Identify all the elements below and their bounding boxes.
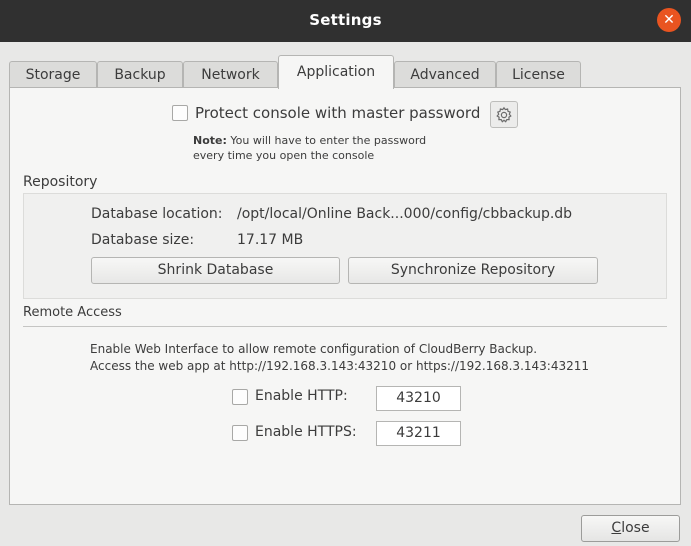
remote-access-info: Enable Web Interface to allow remote con… — [90, 341, 589, 375]
note-bold-label: Note: — [193, 134, 227, 147]
protect-console-label: Protect console with master password — [195, 104, 481, 122]
close-button-label: lose — [621, 520, 650, 536]
remote-info-line-1: Enable Web Interface to allow remote con… — [90, 342, 538, 356]
note-line-1: You will have to enter the password — [226, 134, 427, 147]
db-location-label: Database location: — [91, 206, 223, 222]
enable-https-checkbox[interactable] — [232, 425, 248, 441]
tab-storage[interactable]: Storage — [9, 61, 97, 88]
https-port-field[interactable]: 43211 — [376, 421, 461, 446]
db-size-label: Database size: — [91, 232, 195, 248]
enable-http-checkbox[interactable] — [232, 389, 248, 405]
master-password-settings-button[interactable] — [490, 101, 518, 128]
title-bar: Settings ✕ — [0, 0, 691, 42]
close-mnemonic: C — [611, 520, 622, 536]
window-close-icon[interactable]: ✕ — [657, 8, 681, 32]
db-location-value: /opt/local/Online Back...000/config/cbba… — [237, 206, 573, 222]
tab-backup[interactable]: Backup — [97, 61, 183, 88]
window-title: Settings — [309, 11, 382, 29]
remote-access-divider — [23, 326, 667, 327]
shrink-database-button[interactable]: Shrink Database — [91, 257, 340, 284]
repository-section-label: Repository — [23, 174, 98, 190]
enable-http-label: Enable HTTP: — [255, 388, 348, 404]
enable-https-label: Enable HTTPS: — [255, 424, 357, 440]
tab-network[interactable]: Network — [183, 61, 278, 88]
tab-advanced[interactable]: Advanced — [394, 61, 496, 88]
note-line-2: every time you open the console — [193, 149, 375, 162]
master-password-note: Note: You will have to enter the passwor… — [193, 133, 426, 163]
gear-icon — [496, 106, 512, 123]
tab-license[interactable]: License — [496, 61, 581, 88]
protect-console-checkbox[interactable] — [172, 105, 188, 121]
synchronize-repository-button[interactable]: Synchronize Repository — [348, 257, 598, 284]
remote-access-section-label: Remote Access — [23, 305, 122, 320]
db-size-value: 17.17 MB — [237, 232, 304, 248]
http-port-field[interactable]: 43210 — [376, 386, 461, 411]
tab-bar: Storage Backup Network Application Advan… — [0, 55, 691, 89]
close-button[interactable]: Close — [581, 515, 680, 542]
remote-info-line-2: Access the web app at http://192.168.3.1… — [90, 359, 590, 373]
tab-application[interactable]: Application — [278, 55, 394, 89]
